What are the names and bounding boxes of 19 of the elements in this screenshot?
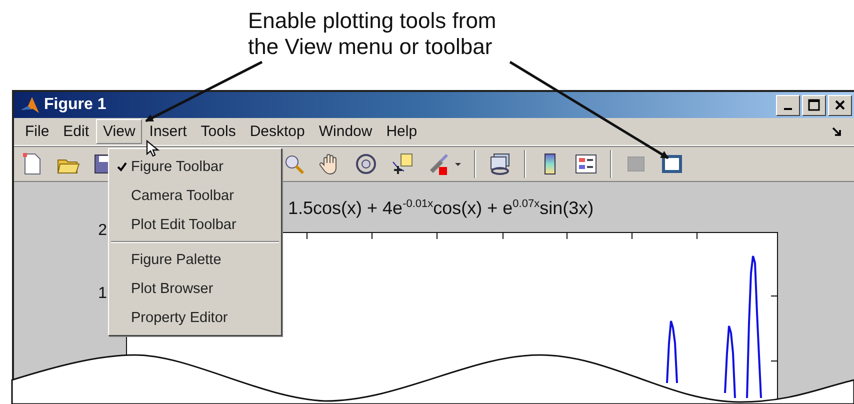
- menu-option[interactable]: Figure Toolbar: [111, 152, 279, 181]
- window-title: Figure 1: [44, 96, 106, 114]
- menu-item[interactable]: Edit: [56, 119, 96, 144]
- menu-item[interactable]: Tools: [194, 119, 243, 144]
- menu-option[interactable]: Plot Edit Toolbar: [111, 210, 279, 239]
- menu-item[interactable]: Insert: [142, 119, 194, 144]
- axis-tick-label: 2: [98, 222, 107, 240]
- plot-title: 1.5cos(x) + 4e$^{-0.01x}$cos(x) + e$^{0.07x}$sin(3x): [288, 197, 594, 220]
- menu-item[interactable]: Window: [312, 119, 380, 144]
- menu-option[interactable]: Plot Browser: [111, 274, 279, 303]
- menu-item[interactable]: Help: [379, 119, 424, 144]
- menu-item[interactable]: View: [96, 119, 142, 144]
- menu-item[interactable]: File: [18, 119, 56, 144]
- callout-text: Enable plotting tools from the View menu or toolbar: [248, 8, 498, 60]
- menu-item[interactable]: Desktop: [242, 119, 312, 144]
- axis-tick-label: 1: [98, 285, 107, 303]
- menu-option[interactable]: Camera Toolbar: [111, 181, 279, 210]
- menu-option[interactable]: Property Editor: [111, 303, 279, 332]
- menu-option[interactable]: Figure Palette: [111, 245, 279, 274]
